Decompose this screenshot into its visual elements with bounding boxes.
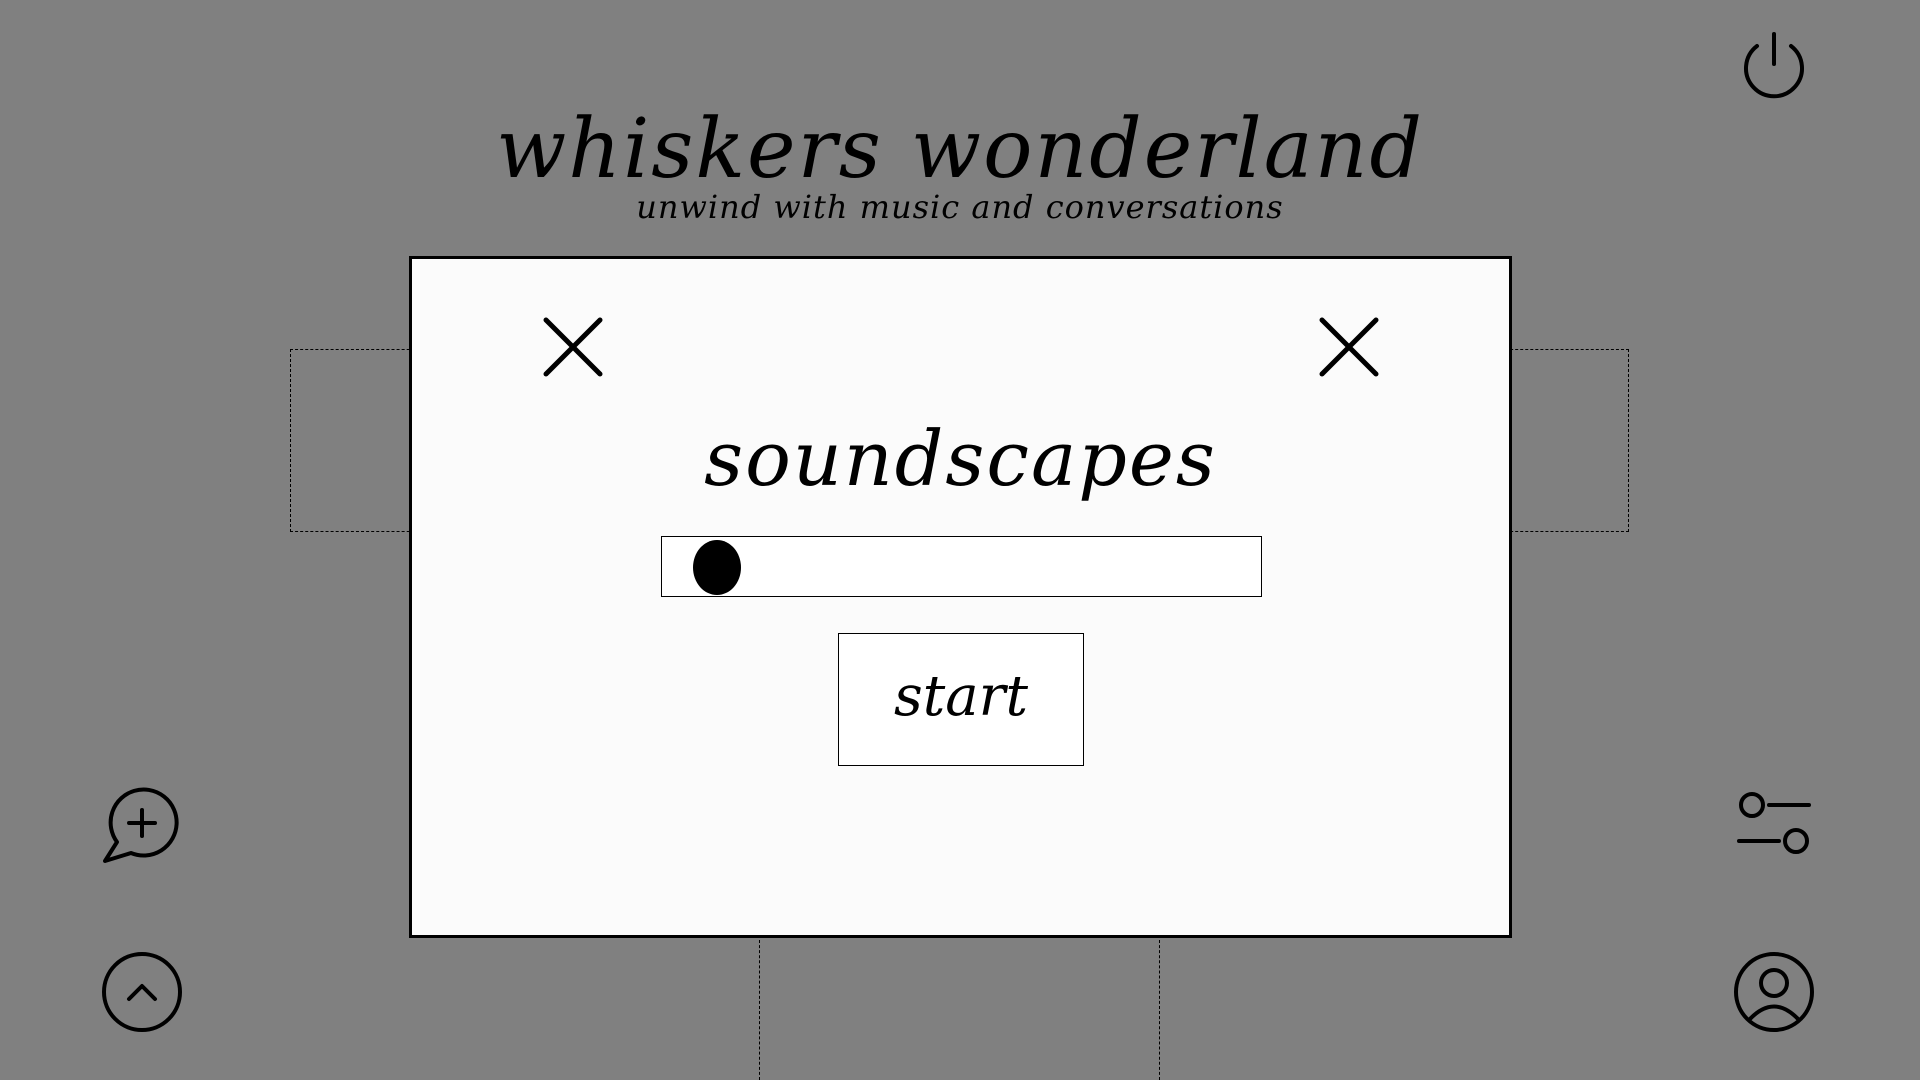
close-button-left[interactable]	[538, 312, 608, 382]
scroll-up-button[interactable]	[97, 947, 187, 1037]
chevron-up-circle-icon	[102, 952, 182, 1032]
close-icon	[1319, 317, 1379, 377]
user-circle-icon	[1734, 952, 1814, 1032]
bottom-panel-divider	[759, 940, 760, 1080]
app-title: whiskers wonderland	[496, 102, 1424, 197]
close-icon	[543, 317, 603, 377]
slider-thumb[interactable]	[693, 540, 742, 595]
chat-plus-icon	[103, 787, 179, 863]
power-icon	[1744, 32, 1804, 99]
app-subtitle: unwind with music and conversations	[636, 188, 1284, 226]
profile-button[interactable]	[1729, 947, 1819, 1037]
soundscape-slider[interactable]	[661, 536, 1262, 597]
soundscapes-dialog: soundscapes start	[409, 256, 1512, 938]
dialog-title: soundscapes	[704, 414, 1217, 503]
start-button[interactable]: start	[838, 633, 1084, 766]
power-button[interactable]	[1729, 22, 1819, 112]
settings-button[interactable]	[1729, 778, 1819, 868]
bottom-panel-divider	[1159, 940, 1160, 1080]
close-button-right[interactable]	[1314, 312, 1384, 382]
new-chat-button[interactable]	[97, 778, 187, 868]
sliders-icon	[1737, 792, 1811, 854]
